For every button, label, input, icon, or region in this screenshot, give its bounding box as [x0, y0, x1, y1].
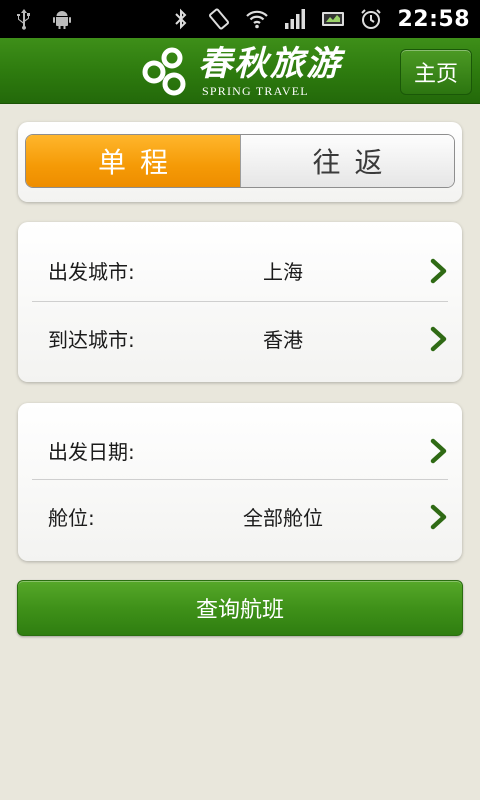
- status-time: 22:58: [397, 6, 470, 32]
- logo-english-text: SPRING TRAVEL: [202, 84, 309, 98]
- search-flights-button[interactable]: 查询航班: [17, 580, 463, 636]
- spring-travel-logo: 春秋旅游 SPRING TRAVEL: [140, 44, 345, 100]
- chevron-right-icon: [430, 326, 447, 352]
- android-debug-icon: [53, 11, 71, 29]
- chevron-right-icon: [430, 504, 447, 530]
- bluetooth-icon: [175, 8, 187, 30]
- chevron-right-icon: [430, 438, 447, 464]
- one-way-tab[interactable]: 单程: [26, 135, 240, 187]
- chevron-right-icon: [430, 258, 447, 284]
- signal-icon: [285, 9, 306, 29]
- departure-city-value: 上海: [263, 259, 303, 284]
- home-button[interactable]: 主页: [400, 49, 472, 95]
- logo-chinese-text: 春秋旅游: [198, 44, 342, 84]
- status-bar: 22:58: [0, 0, 480, 38]
- cabin-row[interactable]: 舱位: 全部舱位: [18, 478, 462, 554]
- cabin-label: 舱位:: [48, 505, 95, 530]
- departure-date-value: [178, 412, 388, 488]
- city-panel: 出发城市: 上海 到达城市: 香港: [18, 222, 462, 382]
- arrival-city-value: 香港: [263, 327, 303, 352]
- wifi-icon: [246, 10, 269, 29]
- arrival-city-row[interactable]: 到达城市: 香港: [18, 300, 462, 376]
- usb-icon: [17, 9, 30, 30]
- departure-city-row[interactable]: 出发城市: 上海: [18, 232, 462, 308]
- arrival-city-label: 到达城市:: [48, 327, 135, 352]
- departure-date-row[interactable]: 出发日期:: [18, 412, 462, 488]
- round-trip-tab[interactable]: 往返: [240, 135, 454, 187]
- app-header: 春秋旅游 SPRING TRAVEL 主页: [0, 38, 480, 104]
- departure-date-label: 出发日期:: [48, 439, 135, 464]
- trip-type-panel: 单程 往返: [18, 122, 462, 202]
- cabin-value: 全部舱位: [243, 505, 323, 530]
- alarm-icon: [361, 9, 382, 29]
- rotate-icon: [209, 8, 230, 30]
- trip-type-segmented-control: 单程 往返: [25, 134, 455, 188]
- spring-logo-icon: [142, 47, 186, 96]
- departure-city-label: 出发城市:: [48, 259, 135, 284]
- battery-icon: [322, 12, 345, 26]
- date-cabin-panel: 出发日期: 舱位: 全部舱位: [18, 403, 462, 561]
